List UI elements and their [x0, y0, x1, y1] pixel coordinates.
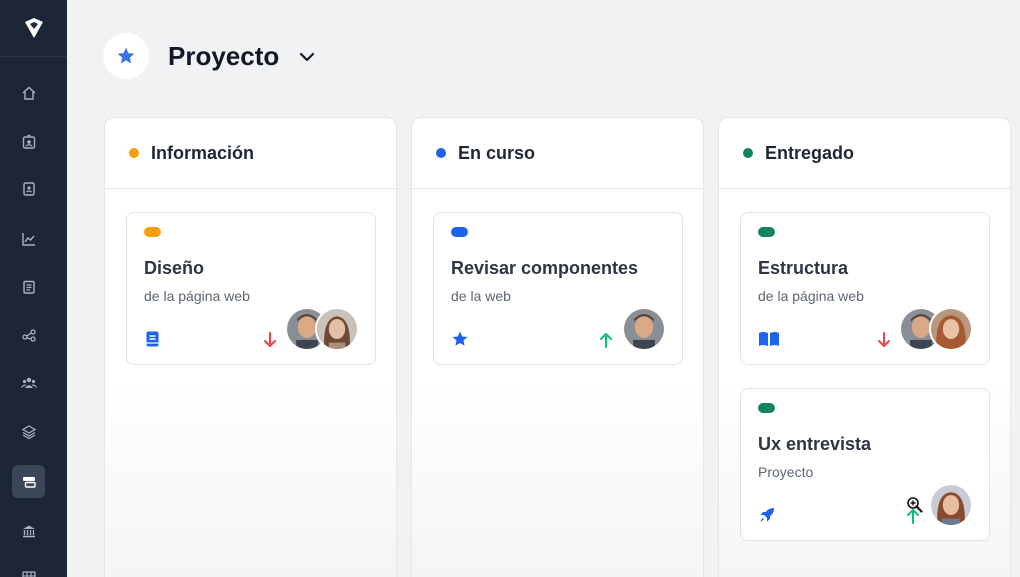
- id-badge-icon[interactable]: [12, 125, 45, 158]
- arrow-down-icon: [264, 332, 276, 347]
- home-icon[interactable]: [12, 76, 45, 109]
- status-pill: [451, 227, 468, 237]
- status-pill: [758, 403, 775, 413]
- status-pill: [144, 227, 161, 237]
- task-card[interactable]: Ux entrevista Proyecto: [740, 388, 990, 541]
- card-title: Revisar componentes: [451, 258, 639, 278]
- column-en-curso: En curso Revisar componentes de la web: [411, 117, 704, 577]
- column-header: Información: [105, 118, 396, 189]
- rocket-icon: [760, 508, 774, 522]
- status-dot: [743, 148, 753, 158]
- arrow-down-icon: [878, 332, 890, 347]
- chart-icon[interactable]: [12, 222, 45, 255]
- board-icon[interactable]: [12, 465, 45, 498]
- column-title: En curso: [458, 142, 536, 163]
- card-title: Diseño: [144, 258, 205, 278]
- status-dot: [436, 148, 446, 158]
- layers-icon[interactable]: [12, 415, 45, 448]
- card-title: Estructura: [758, 258, 849, 278]
- column-header: En curso: [412, 118, 703, 189]
- star-icon: [452, 331, 468, 346]
- star-icon: [117, 47, 135, 64]
- table-icon[interactable]: [12, 560, 45, 577]
- card-subtitle: de la web: [451, 288, 511, 304]
- column-title: Entregado: [765, 142, 855, 163]
- avatar[interactable]: [622, 307, 666, 351]
- avatar[interactable]: [315, 307, 359, 351]
- chevron-down-icon[interactable]: [296, 46, 318, 68]
- bank-icon[interactable]: [12, 514, 45, 547]
- book-icon: [146, 331, 159, 347]
- share-icon[interactable]: [12, 318, 45, 351]
- open-book-icon: [759, 332, 779, 346]
- project-star-button[interactable]: [103, 33, 149, 79]
- card-subtitle: de la página web: [758, 288, 864, 304]
- diamond-logo-icon[interactable]: [0, 0, 67, 57]
- avatar[interactable]: [929, 483, 973, 527]
- contacts-icon[interactable]: [12, 172, 45, 205]
- task-card[interactable]: Diseño de la página web: [126, 212, 376, 365]
- card-title: Ux entrevista: [758, 434, 872, 454]
- card-subtitle: de la página web: [144, 288, 250, 304]
- task-card[interactable]: Estructura de la página web: [740, 212, 990, 365]
- clipboard-icon[interactable]: [12, 270, 45, 303]
- column-header: Entregado: [719, 118, 1010, 189]
- status-dot: [129, 148, 139, 158]
- arrow-up-icon: [600, 333, 612, 348]
- status-pill: [758, 227, 775, 237]
- page-title: Proyecto: [168, 41, 280, 71]
- card-subtitle: Proyecto: [758, 464, 814, 480]
- task-card[interactable]: Revisar componentes de la web: [433, 212, 683, 365]
- sidebar: [0, 0, 67, 577]
- avatar[interactable]: [929, 307, 973, 351]
- column-entregado: Entregado Estructura de la página web Ux…: [718, 117, 1011, 577]
- users-icon[interactable]: [12, 366, 45, 399]
- zoom-cursor-icon: [907, 497, 923, 513]
- column-informacion: Información Diseño de la página web: [104, 117, 397, 577]
- column-title: Información: [151, 142, 255, 163]
